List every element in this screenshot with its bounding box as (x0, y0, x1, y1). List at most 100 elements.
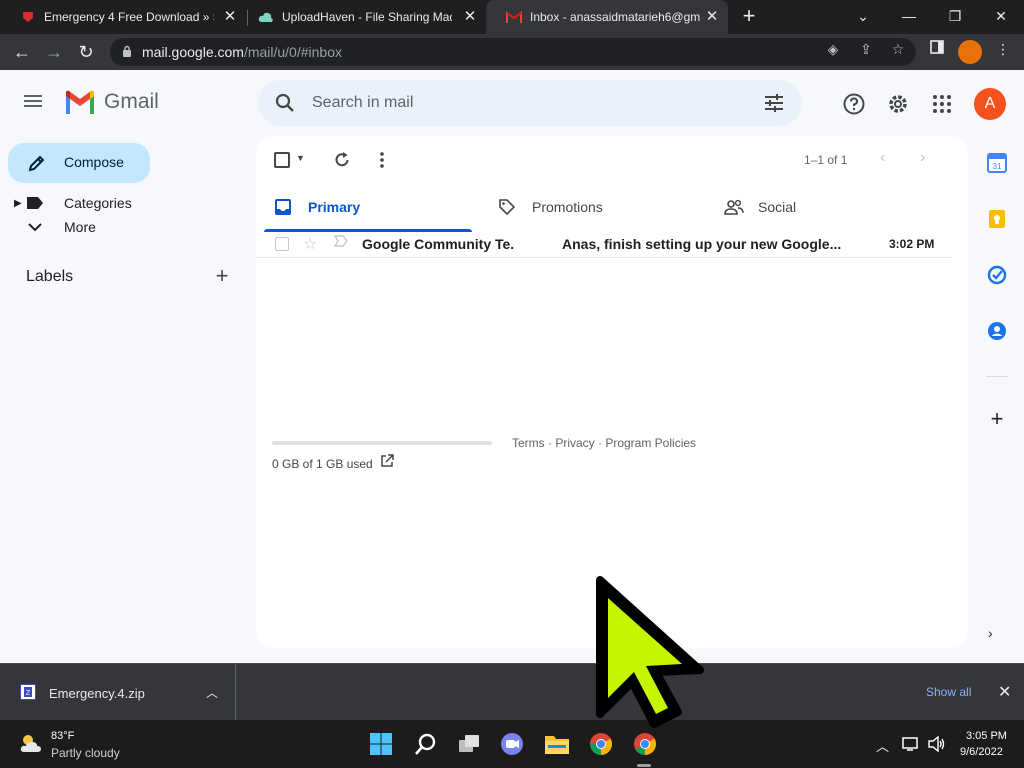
clock-date[interactable]: 9/6/2022 (960, 746, 1003, 758)
tab-label: Social (758, 199, 797, 215)
close-tab-icon[interactable]: ✕ (704, 9, 720, 25)
star-icon[interactable]: ☆ (303, 234, 317, 254)
partly-cloudy-icon[interactable] (18, 732, 44, 757)
browser-tab-uploadhaven[interactable]: UploadHaven - File Sharing Made Simple ✕ (238, 0, 486, 34)
url-path: /mail/u/0/#inbox (243, 44, 342, 60)
weather-temperature: 83°F (51, 730, 75, 742)
download-item[interactable]: Z Emergency.4.zip ︿ (0, 664, 236, 720)
svg-text:31: 31 (993, 162, 1002, 171)
expand-caret-icon[interactable]: ▶ (14, 198, 22, 209)
profile-avatar-icon[interactable] (958, 40, 982, 64)
email-time: 3:02 PM (889, 237, 935, 251)
create-label-plus-icon[interactable]: + (212, 265, 232, 287)
volume-icon[interactable] (928, 735, 946, 755)
network-icon[interactable] (902, 736, 920, 755)
more-actions-icon[interactable] (372, 150, 392, 170)
get-addons-plus-icon[interactable]: + (986, 408, 1008, 430)
account-avatar[interactable]: A (974, 88, 1006, 120)
select-caret-icon[interactable]: ▼ (296, 153, 305, 163)
show-all-downloads-button[interactable]: Show all (926, 685, 971, 699)
browser-tab-steamunlocked[interactable]: Emergency 4 Free Download » STEAMUNLOCKE… (0, 0, 246, 34)
chevron-left-icon[interactable]: ‹ (880, 149, 885, 167)
search-bar[interactable] (258, 80, 802, 126)
new-tab-icon[interactable]: + (738, 5, 760, 27)
back-icon[interactable]: ← (10, 40, 34, 64)
gmail-m-icon (66, 90, 94, 114)
address-bar[interactable]: mail.google.com/mail/u/0/#inbox (110, 38, 916, 66)
email-checkbox[interactable] (275, 237, 289, 251)
close-window-icon[interactable]: ✕ (989, 4, 1013, 28)
browser-tab-gmail[interactable]: Inbox - anassaidmatarieh6@gmail.com ✕ (486, 0, 728, 34)
taskbar-search-icon[interactable] (414, 732, 438, 756)
google-apps-icon[interactable] (930, 92, 954, 116)
uploadhaven-icon (258, 9, 274, 25)
close-download-shelf-icon[interactable]: ✕ (998, 682, 1011, 702)
keep-icon[interactable] (987, 209, 1007, 229)
tab-promotions[interactable]: Promotions (488, 184, 688, 232)
search-input[interactable] (312, 88, 732, 118)
tab-title: UploadHaven - File Sharing Made Simple (282, 10, 452, 24)
more-menu-icon[interactable]: ⋮ (994, 40, 1012, 58)
contacts-icon[interactable] (987, 321, 1007, 341)
bookmark-star-icon[interactable]: ☆ (889, 40, 907, 58)
teams-chat-icon[interactable] (500, 732, 524, 756)
compose-button[interactable]: Compose (8, 143, 150, 183)
chrome-icon[interactable] (589, 732, 613, 756)
refresh-icon[interactable] (332, 150, 352, 170)
zip-file-icon: Z (20, 684, 36, 700)
chrome-active-icon[interactable] (633, 732, 657, 756)
task-view-icon[interactable] (457, 732, 481, 756)
forward-icon[interactable]: → (42, 40, 66, 64)
download-file-name: Emergency.4.zip (49, 686, 145, 701)
close-tab-icon[interactable]: ✕ (462, 9, 478, 25)
chevron-up-tray-icon[interactable]: ︿ (876, 736, 889, 755)
mouse-cursor-icon (592, 574, 712, 733)
tag-icon (498, 198, 516, 219)
external-link-icon[interactable] (380, 454, 394, 471)
windows-start-icon[interactable] (369, 732, 393, 756)
select-all-checkbox[interactable] (274, 152, 290, 168)
tab-primary[interactable]: Primary (264, 184, 472, 232)
main-menu-icon[interactable] (24, 92, 46, 114)
show-side-panel-chevron-icon[interactable]: › (988, 625, 993, 641)
sidebar-item-label: Categories (64, 195, 132, 211)
side-panel-icon[interactable] (928, 40, 946, 58)
inbox-icon (274, 198, 292, 219)
email-row[interactable]: ☆ Google Community Te. Anas, finish sett… (256, 232, 952, 258)
windows-taskbar: 83°F Partly cloudy ︿ 3:05 PM 9/6/2022 (0, 720, 1024, 768)
minimize-icon[interactable]: — (897, 4, 921, 28)
compose-label: Compose (64, 154, 124, 170)
chevron-right-icon[interactable]: › (920, 149, 925, 167)
tab-search-icon[interactable]: ⌄ (851, 4, 875, 28)
restore-icon[interactable]: ❐ (943, 4, 967, 28)
sidebar-item-more[interactable]: More (0, 215, 250, 239)
storage-usage-bar (272, 441, 492, 445)
importance-marker-icon[interactable] (333, 235, 348, 250)
left-sidebar: Compose ▶ Categories More Labels + (0, 136, 256, 663)
file-explorer-icon[interactable] (544, 732, 569, 756)
chevron-up-icon[interactable]: ︿ (206, 684, 218, 701)
share-icon[interactable]: ⇪ (857, 40, 875, 58)
search-icon[interactable] (274, 92, 296, 117)
tab-label: Promotions (532, 199, 603, 215)
weather-description: Partly cloudy (51, 746, 120, 760)
search-options-icon[interactable] (764, 93, 784, 116)
steamunlocked-icon (20, 9, 36, 25)
clock-time[interactable]: 3:05 PM (966, 730, 1007, 742)
reload-icon[interactable]: ↻ (74, 40, 98, 64)
sidebar-item-categories[interactable]: ▶ Categories (0, 191, 250, 215)
gmail-logo[interactable]: Gmail (64, 90, 159, 114)
email-subject: Anas, finish setting up your new Google.… (562, 236, 842, 252)
labels-heading: Labels (26, 268, 74, 285)
tab-social[interactable]: Social (714, 184, 914, 232)
help-icon[interactable] (842, 92, 866, 116)
tasks-icon[interactable] (987, 265, 1007, 285)
tab-title: Inbox - anassaidmatarieh6@gmail.com (530, 10, 700, 24)
footer-links[interactable]: Terms · Privacy · Program Policies (512, 436, 696, 450)
category-tabs: Primary Promotions Social (264, 184, 960, 232)
settings-gear-icon[interactable] (886, 92, 910, 116)
eye-icon[interactable]: ◈ (824, 40, 842, 58)
close-tab-icon[interactable]: ✕ (222, 9, 238, 25)
people-icon (724, 198, 744, 219)
calendar-icon[interactable]: 31 (987, 153, 1007, 173)
